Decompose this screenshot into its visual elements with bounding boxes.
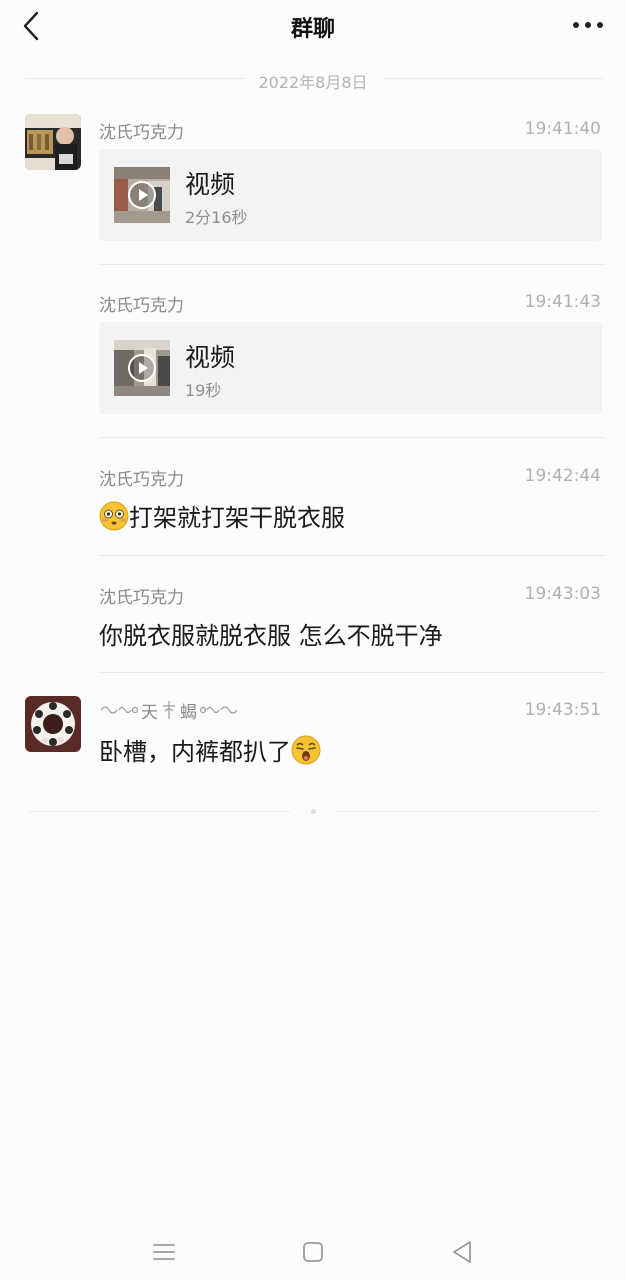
back-triangle-icon bbox=[453, 1241, 471, 1263]
message-text-content: 打架就打架干脱衣服 bbox=[129, 504, 345, 532]
message-time: 19:43:51 bbox=[524, 700, 601, 720]
nav-back-button[interactable] bbox=[442, 1234, 482, 1270]
play-icon bbox=[127, 353, 157, 387]
nav-menu-button[interactable] bbox=[144, 1234, 184, 1270]
video-card[interactable]: 视频 2分16秒 bbox=[99, 149, 602, 241]
sender-name: 天 蝎 bbox=[99, 699, 241, 723]
message-time: 19:42:44 bbox=[524, 466, 601, 486]
sender-name-part1: 天 bbox=[141, 702, 158, 723]
video-duration: 2分16秒 bbox=[185, 208, 248, 227]
sender-name-part2: 蝎 bbox=[180, 702, 197, 723]
flushed-face-emoji bbox=[99, 501, 129, 530]
nickname-ornament-right bbox=[199, 706, 238, 714]
avatar[interactable] bbox=[25, 696, 81, 752]
message-divider bbox=[99, 437, 605, 438]
play-icon bbox=[127, 180, 157, 214]
nav-home-button[interactable] bbox=[293, 1234, 333, 1270]
date-line-right bbox=[384, 78, 604, 79]
end-line-left bbox=[28, 811, 290, 812]
message-item: 沈氏巧克力 19:43:03 你脱衣服就脱衣服 怎么不脱干净 bbox=[0, 578, 626, 678]
message-time: 19:41:43 bbox=[524, 292, 601, 312]
nickname-ornament-left bbox=[100, 706, 139, 714]
video-duration: 19秒 bbox=[185, 381, 222, 400]
date-label: 2022年8月8日 bbox=[258, 73, 368, 92]
message-text[interactable]: 你脱衣服就脱衣服 怎么不脱干净 bbox=[99, 616, 443, 651]
message-item: 天 蝎 19:43:51 卧槽，内裤都扒了 bbox=[0, 694, 626, 794]
astonished-face-emoji bbox=[291, 735, 321, 764]
nickname-ornament-middle bbox=[163, 701, 175, 719]
video-thumbnail bbox=[114, 340, 170, 396]
message-text[interactable]: 打架就打架干脱衣服 bbox=[99, 498, 345, 533]
message-text-content: 卧槽，内裤都扒了 bbox=[99, 738, 291, 766]
menu-icon bbox=[153, 1244, 175, 1260]
end-dot bbox=[311, 809, 316, 814]
message-time: 19:41:40 bbox=[524, 119, 601, 139]
home-square-icon bbox=[303, 1242, 323, 1262]
avatar[interactable] bbox=[25, 114, 81, 170]
sender-name: 沈氏巧克力 bbox=[99, 296, 184, 316]
video-title: 视频 bbox=[185, 170, 236, 199]
message-divider bbox=[99, 672, 605, 673]
message-item: 沈氏巧克力 19:42:44 打架就打架干脱衣服 bbox=[0, 460, 626, 560]
avatar-photo bbox=[25, 114, 81, 170]
sender-name: 沈氏巧克力 bbox=[99, 470, 184, 490]
video-title: 视频 bbox=[185, 343, 236, 372]
message-item: 沈氏巧克力 19:41:43 视频 19秒 bbox=[0, 286, 626, 438]
video-card[interactable]: 视频 19秒 bbox=[99, 322, 602, 414]
more-dots-icon bbox=[573, 22, 603, 28]
avatar-photo bbox=[25, 696, 81, 752]
end-line-right bbox=[336, 811, 598, 812]
message-text[interactable]: 卧槽，内裤都扒了 bbox=[99, 732, 321, 767]
message-item: 沈氏巧克力 19:41:40 视频 2分16秒 bbox=[0, 112, 626, 265]
system-nav-bar bbox=[0, 1226, 626, 1280]
more-button[interactable] bbox=[568, 10, 608, 40]
sender-name: 沈氏巧克力 bbox=[99, 588, 184, 608]
video-thumbnail bbox=[114, 167, 170, 223]
top-bar: 群聊 bbox=[0, 0, 626, 54]
message-time: 19:43:03 bbox=[524, 584, 601, 604]
message-divider bbox=[99, 264, 605, 265]
message-divider bbox=[99, 555, 605, 556]
message-text-content: 你脱衣服就脱衣服 怎么不脱干净 bbox=[99, 622, 443, 650]
page-title: 群聊 bbox=[290, 17, 335, 42]
date-separator: 2022年8月8日 bbox=[0, 66, 626, 92]
sender-name: 沈氏巧克力 bbox=[99, 123, 184, 143]
